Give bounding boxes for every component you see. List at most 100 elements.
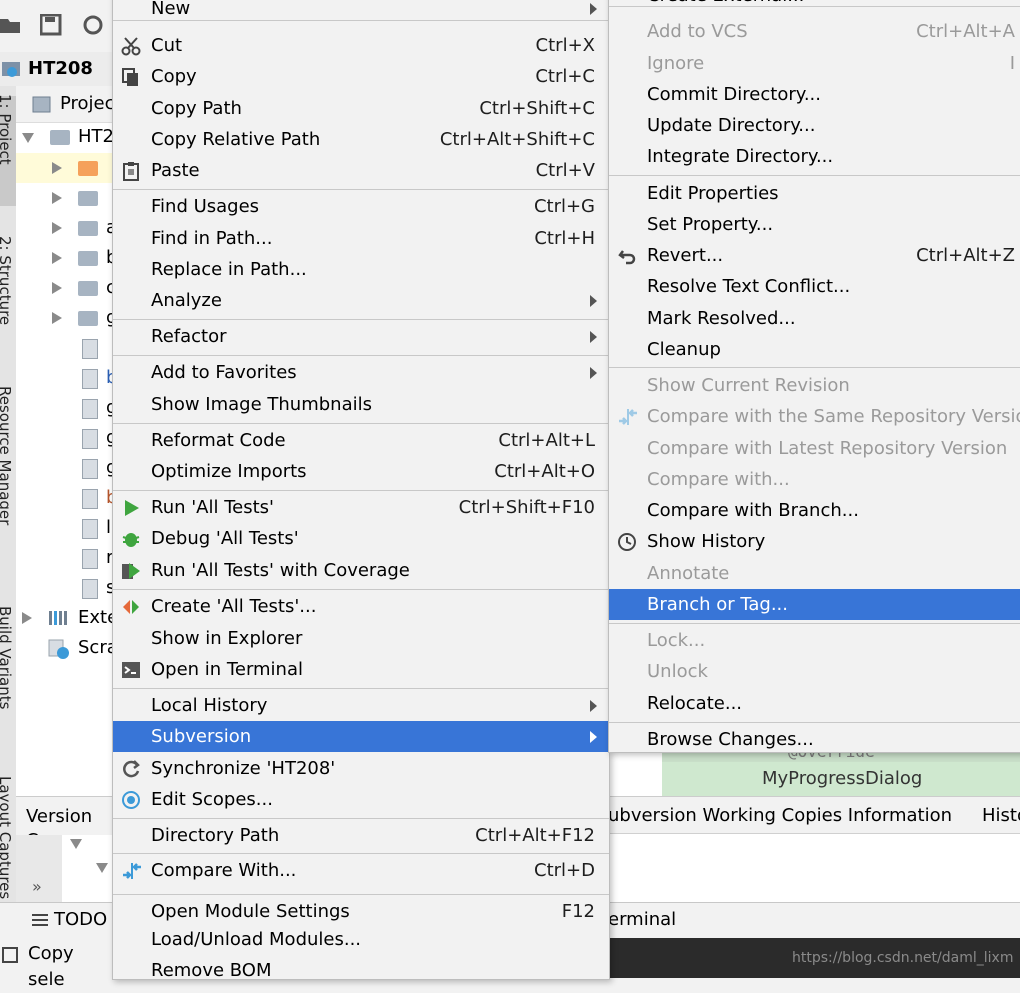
menu-item-run-all-tests[interactable]: Run 'All Tests' Ctrl+Shift+F10 xyxy=(113,492,609,523)
menu-item-find-in-path[interactable]: Find in Path... Ctrl+H xyxy=(113,223,609,254)
tree-item[interactable]: g xyxy=(16,303,112,333)
external-libraries-node[interactable]: Exte xyxy=(16,603,112,633)
menu-item-label: Copy Path xyxy=(151,98,242,119)
svn-menu-item-branch-or-tag[interactable]: Branch or Tag... xyxy=(609,589,1020,620)
menu-item-remove-bom[interactable]: Remove BOM xyxy=(113,955,609,986)
menu-item-label: Relocate... xyxy=(647,693,743,714)
menu-item-open-in-terminal[interactable]: Open in Terminal xyxy=(113,654,609,685)
menu-item-shortcut: Ctrl+Shift+C xyxy=(479,98,595,119)
svn-menu-item-resolve-text-conflict[interactable]: Resolve Text Conflict... xyxy=(609,271,1020,302)
project-name[interactable]: HT208 xyxy=(28,56,93,82)
menu-item-edit-scopes[interactable]: Edit Scopes... xyxy=(113,784,609,815)
side-tab-1-project[interactable]: 1: Project xyxy=(0,94,14,165)
tree-item[interactable]: g xyxy=(16,453,112,483)
side-tab-layout-captures[interactable]: Layout Captures xyxy=(0,776,14,899)
svn-menu-item-browse-changes[interactable]: Browse Changes... xyxy=(609,724,1020,755)
menu-item-directory-path[interactable]: Directory Path Ctrl+Alt+F12 xyxy=(113,820,609,851)
svn-menu-item-revert[interactable]: Revert... Ctrl+Alt+Z xyxy=(609,240,1020,271)
menu-item-debug-all-tests[interactable]: Debug 'All Tests' xyxy=(113,523,609,554)
menu-item-find-usages[interactable]: Find Usages Ctrl+G xyxy=(113,191,609,222)
svn-menu-item-relocate[interactable]: Relocate... xyxy=(609,688,1020,719)
svn-menu-item-commit-directory[interactable]: Commit Directory... xyxy=(609,79,1020,110)
tree-item[interactable]: b xyxy=(16,243,112,273)
menu-item-label: Ignore xyxy=(647,53,705,74)
menu-item-optimize-imports[interactable]: Optimize Imports Ctrl+Alt+O xyxy=(113,456,609,487)
menu-item-label: Directory Path xyxy=(151,825,280,846)
svn-menu-item-edit-properties[interactable]: Edit Properties xyxy=(609,178,1020,209)
menu-item-analyze[interactable]: Analyze xyxy=(113,285,609,316)
svn-menu-item-show-current-revision: Show Current Revision xyxy=(609,370,1020,401)
menu-item-load-unload-modules[interactable]: Load/Unload Modules... xyxy=(113,924,609,955)
menu-item-refactor[interactable]: Refactor xyxy=(113,321,609,352)
menu-item-run-all-tests-with-coverage[interactable]: Run 'All Tests' with Coverage xyxy=(113,555,609,586)
tree-item[interactable] xyxy=(16,153,112,183)
submenu-arrow-icon xyxy=(590,331,597,343)
terminal-tab[interactable]: erminal xyxy=(608,907,676,933)
menu-separator xyxy=(113,355,609,356)
side-tab-2-structure[interactable]: 2: Structure xyxy=(0,236,14,325)
menu-item-label: Open in Terminal xyxy=(151,659,303,680)
menu-item-create-all-tests[interactable]: Create 'All Tests'... xyxy=(113,591,609,622)
tree-item[interactable]: b xyxy=(16,363,112,393)
sync-icon[interactable] xyxy=(82,14,104,36)
status-toggle-icon[interactable] xyxy=(2,947,18,963)
open-folder-icon[interactable] xyxy=(0,14,22,36)
svn-menu-item-compare-with-the-same-repository-version: Compare with the Same Repository Version xyxy=(609,401,1020,432)
menu-separator xyxy=(113,589,609,590)
expand-chevron-icon[interactable]: » xyxy=(32,877,42,896)
todo-tab[interactable]: TODO xyxy=(54,907,107,933)
tab-svn-working-copies[interactable]: ubversion Working Copies Information xyxy=(608,803,952,829)
svn-menu-item-set-property[interactable]: Set Property... xyxy=(609,209,1020,240)
menu-item-label: Find in Path... xyxy=(151,228,273,249)
side-tab-resource-manager[interactable]: Resource Manager xyxy=(0,386,14,525)
menu-item-label: Compare with Branch... xyxy=(647,500,859,521)
menu-item-open-module-settings[interactable]: Open Module Settings F12 xyxy=(113,896,609,927)
scratches-node[interactable]: Scra xyxy=(16,633,112,663)
tab-history[interactable]: Histo xyxy=(982,803,1020,829)
menu-item-subversion[interactable]: Subversion xyxy=(113,721,609,752)
menu-item-reformat-code[interactable]: Reformat Code Ctrl+Alt+L xyxy=(113,425,609,456)
menu-item-cut[interactable]: Cut Ctrl+X xyxy=(113,30,609,61)
tree-item[interactable]: s xyxy=(16,573,112,603)
side-tab-build-variants[interactable]: Build Variants xyxy=(0,606,14,709)
tree-item[interactable]: a xyxy=(16,213,112,243)
menu-item-replace-in-path[interactable]: Replace in Path... xyxy=(113,254,609,285)
tree-item[interactable]: b xyxy=(16,483,112,513)
save-icon[interactable] xyxy=(40,14,62,36)
menu-separator xyxy=(609,623,1020,624)
menu-item-shortcut: Ctrl+X xyxy=(535,35,595,56)
svn-menu-item-compare-with-branch[interactable]: Compare with Branch... xyxy=(609,495,1020,526)
tree-item[interactable]: c xyxy=(16,273,112,303)
svn-menu-item-integrate-directory[interactable]: Integrate Directory... xyxy=(609,141,1020,172)
menu-item-copy-relative-path[interactable]: Copy Relative Path Ctrl+Alt+Shift+C xyxy=(113,124,609,155)
menu-item-show-in-explorer[interactable]: Show in Explorer xyxy=(113,623,609,654)
revert-icon xyxy=(617,246,637,266)
menu-item-compare-with[interactable]: Compare With... Ctrl+D xyxy=(113,855,609,886)
tree-item[interactable]: g xyxy=(16,393,112,423)
menu-item-paste[interactable]: Paste Ctrl+V xyxy=(113,155,609,186)
svn-menu-item-lock: Lock... xyxy=(609,625,1020,656)
menu-item-label: Run 'All Tests' xyxy=(151,497,274,518)
tree-item[interactable]: r xyxy=(16,543,112,573)
project-view-label[interactable]: Projec xyxy=(60,90,115,118)
tree-item[interactable] xyxy=(16,333,112,363)
svn-menu-item-show-history[interactable]: Show History xyxy=(609,526,1020,557)
tree-item[interactable]: g xyxy=(16,423,112,453)
menu-item-label: Revert... xyxy=(647,245,724,266)
menu-item-label: Mark Resolved... xyxy=(647,308,796,329)
menu-item-synchronize-ht208[interactable]: Synchronize 'HT208' xyxy=(113,753,609,784)
menu-item-local-history[interactable]: Local History xyxy=(113,690,609,721)
svn-menu-item-update-directory[interactable]: Update Directory... xyxy=(609,110,1020,141)
menu-item-show-image-thumbnails[interactable]: Show Image Thumbnails xyxy=(113,389,609,420)
menu-item-label: Copy Relative Path xyxy=(151,129,321,150)
tree-root[interactable]: HT2 xyxy=(16,122,112,152)
svn-menu-item-mark-resolved[interactable]: Mark Resolved... xyxy=(609,303,1020,334)
tree-item[interactable] xyxy=(16,183,112,213)
menu-item-label: Find Usages xyxy=(151,196,260,217)
svn-menu-item-cleanup[interactable]: Cleanup xyxy=(609,334,1020,365)
menu-item-add-to-favorites[interactable]: Add to Favorites xyxy=(113,357,609,388)
menu-item-copy[interactable]: Copy Ctrl+C xyxy=(113,61,609,92)
menu-item-copy-path[interactable]: Copy Path Ctrl+Shift+C xyxy=(113,93,609,124)
vc-tree xyxy=(62,835,112,903)
tree-item[interactable]: l xyxy=(16,513,112,543)
